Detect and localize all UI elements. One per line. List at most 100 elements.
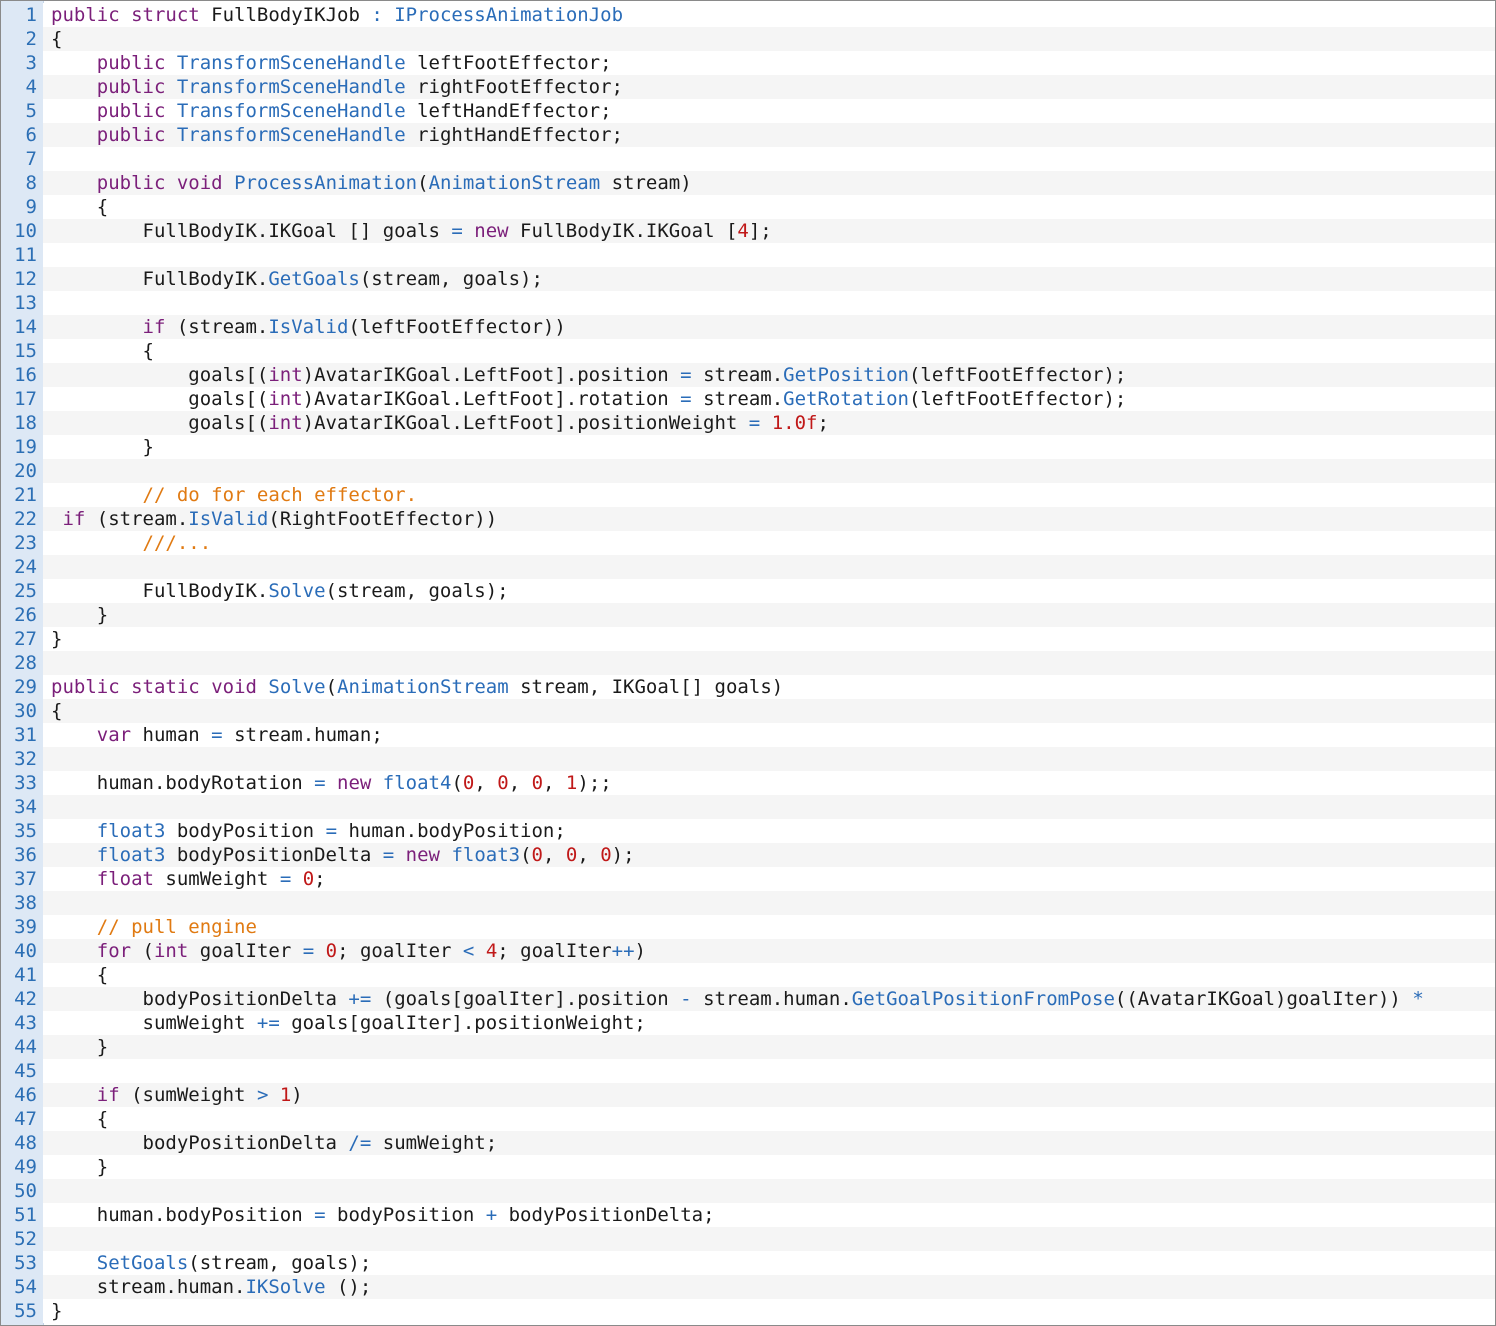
code-text[interactable]: goals[(int)AvatarIKGoal.LeftFoot].rotati… <box>43 387 1495 411</box>
code-line[interactable]: 9 { <box>1 195 1495 219</box>
code-line[interactable]: 12 FullBodyIK.GetGoals(stream, goals); <box>1 267 1495 291</box>
code-line[interactable]: 36 float3 bodyPositionDelta = new float3… <box>1 843 1495 867</box>
code-text[interactable] <box>43 243 1495 267</box>
code-line[interactable]: 17 goals[(int)AvatarIKGoal.LeftFoot].rot… <box>1 387 1495 411</box>
code-text[interactable]: public void ProcessAnimation(AnimationSt… <box>43 171 1495 195</box>
code-line[interactable]: 41 { <box>1 963 1495 987</box>
code-text[interactable]: float3 bodyPosition = human.bodyPosition… <box>43 819 1495 843</box>
code-text[interactable] <box>43 147 1495 171</box>
code-text[interactable] <box>43 795 1495 819</box>
code-text[interactable]: FullBodyIK.GetGoals(stream, goals); <box>43 267 1495 291</box>
code-text[interactable]: stream.human.IKSolve (); <box>43 1275 1495 1299</box>
code-line[interactable]: 24 <box>1 555 1495 579</box>
code-line[interactable]: 32 <box>1 747 1495 771</box>
code-text[interactable]: if (stream.IsValid(RightFootEffector)) <box>43 507 1495 531</box>
code-text[interactable]: { <box>43 699 1495 723</box>
code-text[interactable]: bodyPositionDelta += (goals[goalIter].po… <box>43 987 1495 1011</box>
code-line[interactable]: 35 float3 bodyPosition = human.bodyPosit… <box>1 819 1495 843</box>
code-line[interactable]: 26 } <box>1 603 1495 627</box>
code-text[interactable]: for (int goalIter = 0; goalIter < 4; goa… <box>43 939 1495 963</box>
code-line[interactable]: 19 } <box>1 435 1495 459</box>
code-text[interactable]: if (stream.IsValid(leftFootEffector)) <box>43 315 1495 339</box>
code-text[interactable] <box>43 1227 1495 1251</box>
code-text[interactable]: { <box>43 963 1495 987</box>
code-text[interactable]: public TransformSceneHandle rightHandEff… <box>43 123 1495 147</box>
code-line[interactable]: 15 { <box>1 339 1495 363</box>
code-line[interactable]: 52 <box>1 1227 1495 1251</box>
code-line[interactable]: 27} <box>1 627 1495 651</box>
code-text[interactable]: } <box>43 1299 1495 1323</box>
code-line[interactable]: 55} <box>1 1299 1495 1323</box>
code-line[interactable]: 30 { <box>1 699 1495 723</box>
code-line[interactable]: 4 public TransformSceneHandle rightFootE… <box>1 75 1495 99</box>
code-text[interactable]: human.bodyPosition = bodyPosition + body… <box>43 1203 1495 1227</box>
code-text[interactable]: { <box>43 339 1495 363</box>
code-line[interactable]: 40 for (int goalIter = 0; goalIter < 4; … <box>1 939 1495 963</box>
code-line[interactable]: 47 { <box>1 1107 1495 1131</box>
code-editor[interactable]: 1 public struct FullBodyIKJob : IProcessA… <box>0 0 1496 1326</box>
code-line[interactable]: 3 public TransformSceneHandle leftFootEf… <box>1 51 1495 75</box>
code-text[interactable]: FullBodyIK.IKGoal [] goals = new FullBod… <box>43 219 1495 243</box>
code-text[interactable]: ///... <box>43 531 1495 555</box>
code-line[interactable]: 31 var human = stream.human; <box>1 723 1495 747</box>
code-text[interactable] <box>43 555 1495 579</box>
code-text[interactable]: if (sumWeight > 1) <box>43 1083 1495 1107</box>
code-text[interactable]: public TransformSceneHandle leftHandEffe… <box>43 99 1495 123</box>
code-line[interactable]: 1 public struct FullBodyIKJob : IProcessA… <box>1 3 1495 27</box>
code-line[interactable]: 44 } <box>1 1035 1495 1059</box>
code-text[interactable] <box>43 891 1495 915</box>
code-line[interactable]: 51 human.bodyPosition = bodyPosition + b… <box>1 1203 1495 1227</box>
code-line[interactable]: 20 <box>1 459 1495 483</box>
code-text[interactable]: float sumWeight = 0; <box>43 867 1495 891</box>
code-line[interactable]: 49 } <box>1 1155 1495 1179</box>
code-line[interactable]: 33 human.bodyRotation = new float4(0, 0,… <box>1 771 1495 795</box>
code-line[interactable]: 23 ///... <box>1 531 1495 555</box>
code-line[interactable]: 6 public TransformSceneHandle rightHandE… <box>1 123 1495 147</box>
code-line[interactable]: 53 SetGoals(stream, goals); <box>1 1251 1495 1275</box>
code-line[interactable]: 11 <box>1 243 1495 267</box>
code-line[interactable]: 39 // pull engine <box>1 915 1495 939</box>
code-text[interactable] <box>43 459 1495 483</box>
code-text[interactable]: // do for each effector. <box>43 483 1495 507</box>
code-text[interactable]: goals[(int)AvatarIKGoal.LeftFoot].positi… <box>43 363 1495 387</box>
code-text[interactable]: public static void Solve(AnimationStream… <box>43 675 1495 699</box>
code-text[interactable]: { <box>43 27 1495 51</box>
code-line[interactable]: 34 <box>1 795 1495 819</box>
code-text[interactable] <box>43 291 1495 315</box>
code-line[interactable]: 14 if (stream.IsValid(leftFootEffector)) <box>1 315 1495 339</box>
code-text[interactable]: } <box>43 627 1495 651</box>
code-line[interactable]: 22 if (stream.IsValid(RightFootEffector)… <box>1 507 1495 531</box>
code-line[interactable]: 16 goals[(int)AvatarIKGoal.LeftFoot].pos… <box>1 363 1495 387</box>
code-text[interactable] <box>43 1059 1495 1083</box>
code-text[interactable]: { <box>43 1107 1495 1131</box>
code-text[interactable]: } <box>43 435 1495 459</box>
code-line[interactable]: 2{ <box>1 27 1495 51</box>
code-line[interactable]: 45 <box>1 1059 1495 1083</box>
code-line[interactable]: 25 FullBodyIK.Solve(stream, goals); <box>1 579 1495 603</box>
code-line[interactable]: 37 float sumWeight = 0; <box>1 867 1495 891</box>
code-text[interactable]: public struct FullBodyIKJob : IProcessAn… <box>43 3 1495 27</box>
code-text[interactable]: } <box>43 603 1495 627</box>
code-text[interactable]: bodyPositionDelta /= sumWeight; <box>43 1131 1495 1155</box>
code-line[interactable]: 50 <box>1 1179 1495 1203</box>
code-text[interactable]: public TransformSceneHandle leftFootEffe… <box>43 51 1495 75</box>
code-text[interactable] <box>43 651 1495 675</box>
code-line[interactable]: 5 public TransformSceneHandle leftHandEf… <box>1 99 1495 123</box>
code-text[interactable] <box>43 1179 1495 1203</box>
code-text[interactable]: } <box>43 1155 1495 1179</box>
code-text[interactable]: sumWeight += goals[goalIter].positionWei… <box>43 1011 1495 1035</box>
code-text[interactable]: // pull engine <box>43 915 1495 939</box>
code-line[interactable]: 48 bodyPositionDelta /= sumWeight; <box>1 1131 1495 1155</box>
code-line[interactable]: 10 FullBodyIK.IKGoal [] goals = new Full… <box>1 219 1495 243</box>
code-text[interactable]: goals[(int)AvatarIKGoal.LeftFoot].positi… <box>43 411 1495 435</box>
code-line[interactable]: 46 if (sumWeight > 1) <box>1 1083 1495 1107</box>
code-text[interactable]: float3 bodyPositionDelta = new float3(0,… <box>43 843 1495 867</box>
code-line[interactable]: 54 stream.human.IKSolve (); <box>1 1275 1495 1299</box>
code-text[interactable]: { <box>43 195 1495 219</box>
code-line[interactable]: 21 // do for each effector. <box>1 483 1495 507</box>
code-text[interactable]: human.bodyRotation = new float4(0, 0, 0,… <box>43 771 1495 795</box>
code-line[interactable]: 7 <box>1 147 1495 171</box>
code-line[interactable]: 18 goals[(int)AvatarIKGoal.LeftFoot].pos… <box>1 411 1495 435</box>
code-line[interactable]: 28 <box>1 651 1495 675</box>
code-line[interactable]: 38 <box>1 891 1495 915</box>
